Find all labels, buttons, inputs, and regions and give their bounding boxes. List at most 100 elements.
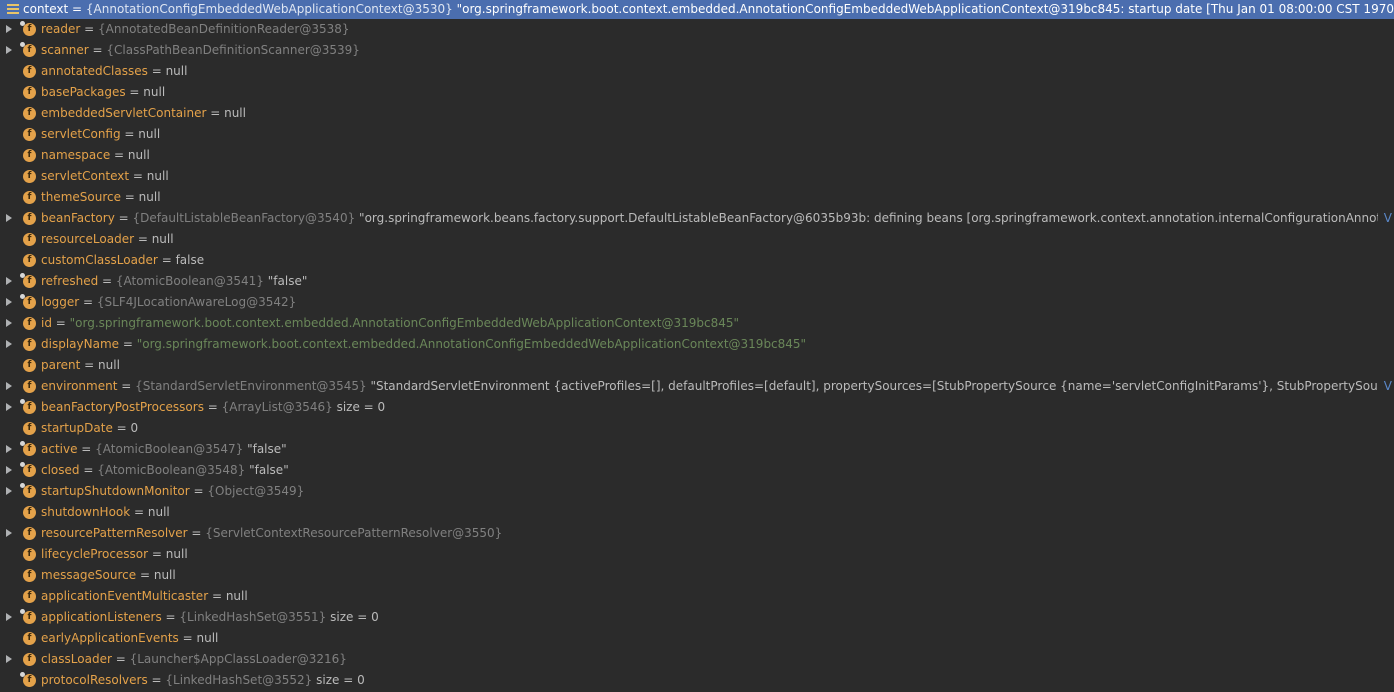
field-value: null [165,64,188,78]
tree-row[interactable]: f shutdownHook = null [0,502,1394,523]
field-icon: f [23,653,36,666]
tree-row[interactable]: f lifecycleProcessor = null [0,544,1394,565]
row-text: logger = {SLF4JLocationAwareLog@3542} [41,292,1394,313]
field-name: shutdownHook [41,505,131,519]
equals-sign: = [114,211,133,225]
tree-row[interactable]: f servletConfig = null [0,124,1394,145]
expand-arrow-icon[interactable] [6,298,12,306]
field-value: "false" [249,463,289,477]
tree-row[interactable]: f classLoader = {Launcher$AppClassLoader@… [0,649,1394,670]
equals-sign: = [88,43,107,57]
expand-arrow-icon[interactable] [6,214,12,222]
expand-arrow-icon[interactable] [6,25,12,33]
row-text: basePackages = null [41,82,1394,103]
tree-row[interactable]: f beanFactoryPostProcessors = {ArrayList@… [0,397,1394,418]
field-value: size = 0 [330,610,379,624]
expand-arrow-icon[interactable] [6,445,12,453]
expand-arrow-icon[interactable] [6,466,12,474]
field-icon: f [20,462,36,477]
tree-row[interactable]: f id = "org.springframework.boot.context.… [0,313,1394,334]
equals-sign: = [147,673,166,687]
expand-arrow-icon[interactable] [6,382,12,390]
field-icon: f [23,359,36,372]
equals-sign: = [111,652,130,666]
expand-arrow-icon[interactable] [6,340,12,348]
tree-row[interactable]: f beanFactory = {DefaultListableBeanFacto… [0,208,1394,229]
tree-row[interactable]: f resourcePatternResolver = {ServletConte… [0,523,1394,544]
tree-row[interactable]: f namespace = null [0,145,1394,166]
tree-row[interactable]: f displayName = "org.springframework.boot… [0,334,1394,355]
field-name: annotatedClasses [41,64,148,78]
field-type: {LinkedHashSet@3552} [165,673,313,687]
tree-row[interactable]: f reader = {AnnotatedBeanDefinitionReader… [0,19,1394,40]
tree-row[interactable]: f applicationListeners = {LinkedHashSet@3… [0,607,1394,628]
equals-sign: = [110,148,128,162]
expand-arrow-icon[interactable] [6,46,12,54]
root-equals: = [68,2,86,16]
field-icon: f [23,632,36,645]
tree-row[interactable]: f refreshed = {AtomicBoolean@3541} "false… [0,271,1394,292]
field-icon: f [23,338,36,351]
tree-row[interactable]: f servletContext = null [0,166,1394,187]
field-name: startupDate [41,421,113,435]
equals-sign: = [79,463,98,477]
expand-arrow-icon[interactable] [6,613,12,621]
tree-row[interactable]: f logger = {SLF4JLocationAwareLog@3542} [0,292,1394,313]
tree-row[interactable]: f resourceLoader = null [0,229,1394,250]
row-text: closed = {AtomicBoolean@3548} "false" [41,460,1394,481]
tree-row[interactable]: f startupShutdownMonitor = {Object@3549} [0,481,1394,502]
root-variable-name: context [23,2,69,16]
tree-row[interactable]: f scanner = {ClassPathBeanDefinitionScann… [0,40,1394,61]
field-name: logger [41,295,80,309]
equals-sign: = [187,526,206,540]
row-text: environment = {StandardServletEnvironmen… [41,376,1394,397]
row-text: reader = {AnnotatedBeanDefinitionReader@… [41,19,1394,40]
field-icon: f [23,191,36,204]
expand-arrow-icon[interactable] [6,277,12,285]
view-more-link[interactable]: V [1378,208,1394,229]
expand-arrow-icon[interactable] [6,529,12,537]
tree-row[interactable]: f applicationEventMulticaster = null [0,586,1394,607]
tree-row[interactable]: f environment = {StandardServletEnvironme… [0,376,1394,397]
tree-row[interactable]: f messageSource = null [0,565,1394,586]
variables-tree[interactable]: context = {AnnotationConfigEmbeddedWebAp… [0,0,1394,692]
row-text: servletContext = null [41,166,1394,187]
row-text: parent = null [41,355,1394,376]
tree-row[interactable]: f parent = null [0,355,1394,376]
tree-row[interactable]: f customClassLoader = false [0,250,1394,271]
field-name: basePackages [41,85,126,99]
field-icon: f [20,672,36,687]
expand-arrow-icon[interactable] [6,655,12,663]
field-type: {AtomicBoolean@3541} [115,274,264,288]
tree-row[interactable]: f themeSource = null [0,187,1394,208]
field-icon: f [23,233,36,246]
tree-row[interactable]: f embeddedServletContainer = null [0,103,1394,124]
tree-row[interactable]: f earlyApplicationEvents = null [0,628,1394,649]
tree-root-row-context[interactable]: context = {AnnotationConfigEmbeddedWebAp… [0,0,1394,19]
field-icon: f [23,548,36,561]
field-name: customClassLoader [41,253,158,267]
equals-sign: = [79,295,97,309]
field-icon: f [23,527,36,540]
field-name: namespace [41,148,111,162]
tree-row[interactable]: f protocolResolvers = {LinkedHashSet@3552… [0,670,1394,691]
tree-row[interactable]: f basePackages = null [0,82,1394,103]
view-more-link[interactable]: V [1378,376,1394,397]
expand-arrow-icon[interactable] [6,403,12,411]
field-icon: f [23,569,36,582]
tree-row[interactable]: f closed = {AtomicBoolean@3548} "false" [0,460,1394,481]
field-name: messageSource [41,568,137,582]
tree-row[interactable]: f annotatedClasses = null [0,61,1394,82]
field-icon: f [20,483,36,498]
tree-row[interactable]: f startupDate = 0 [0,418,1394,439]
equals-sign: = [189,484,208,498]
expand-arrow-icon[interactable] [6,319,12,327]
field-name: themeSource [41,190,121,204]
tree-row[interactable]: f active = {AtomicBoolean@3547} "false" [0,439,1394,460]
row-text: namespace = null [41,145,1394,166]
field-icon: f [23,149,36,162]
expand-arrow-icon[interactable] [6,487,12,495]
equals-sign: = [112,421,131,435]
equals-sign: = [129,169,147,183]
equals-sign: = [125,85,144,99]
